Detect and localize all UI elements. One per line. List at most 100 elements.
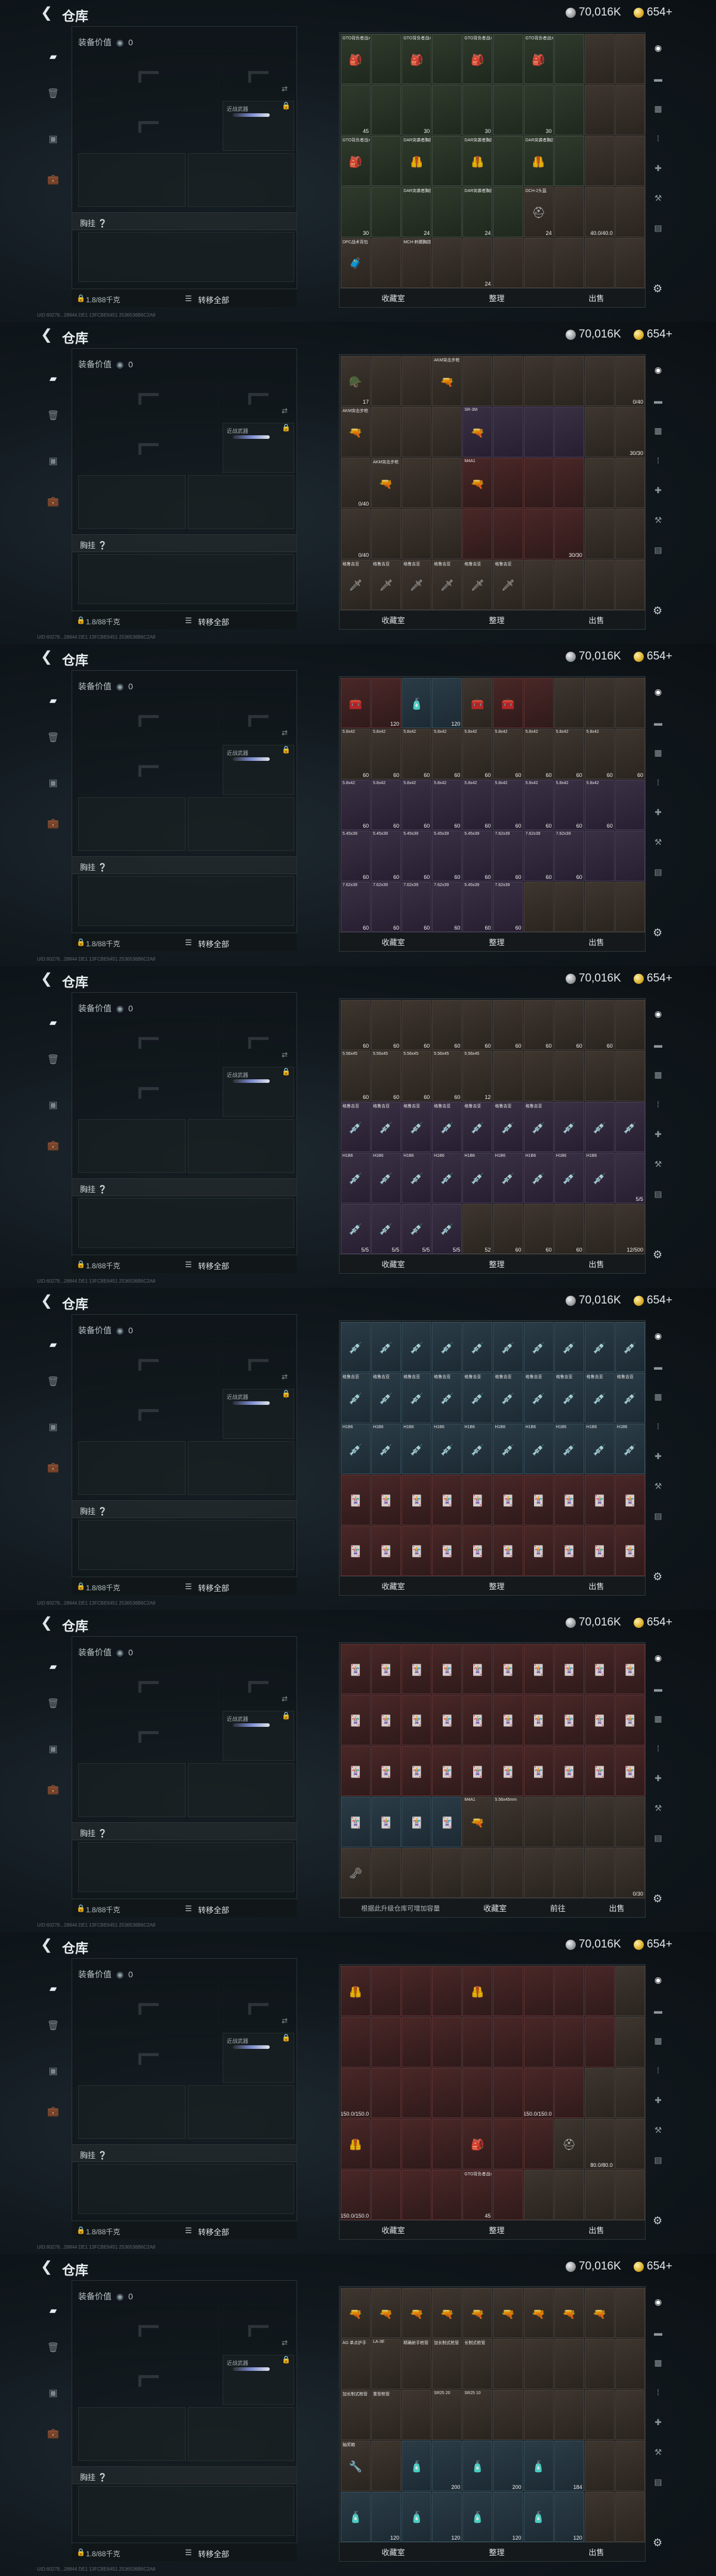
inventory-cell[interactable]: DPC战术背包 🧳 (341, 237, 371, 288)
transfer-all-button[interactable]: 转移全部 (198, 616, 229, 627)
armor-slot[interactable] (188, 475, 294, 529)
helmet-slot[interactable] (78, 153, 186, 207)
inventory-cell[interactable]: 80.0/80.0 (584, 2119, 615, 2169)
inventory-cell[interactable]: 🃏 (371, 1525, 402, 1576)
inventory-cell[interactable]: 格鲁吉亚 🗡 (371, 559, 402, 610)
inventory-cell[interactable]: 🃏 (341, 1695, 371, 1745)
lock-icon[interactable]: 🔒 (76, 2226, 85, 2234)
inventory-cell[interactable]: 🃏 (584, 1745, 615, 1797)
inventory-cell[interactable]: 🃏 (371, 1475, 402, 1525)
inventory-cell[interactable]: 5.56x45 60 (432, 1051, 462, 1101)
misc-category-icon[interactable]: ▤ (652, 1511, 665, 1524)
inventory-cell[interactable]: 🃏 (462, 1525, 493, 1576)
inventory-cell[interactable]: 🦺 (341, 1966, 371, 2017)
inventory-cell[interactable]: 🃏 (432, 1745, 462, 1797)
inventory-cell[interactable]: 🧴 (523, 2491, 554, 2542)
inventory-cell[interactable] (523, 2389, 554, 2441)
inventory-cell[interactable]: 🃏 (493, 1745, 523, 1797)
inventory-cell[interactable]: H1B6 💉 (615, 1423, 645, 1475)
inventory-cell[interactable]: 🃏 (341, 1525, 371, 1576)
back-arrow-icon[interactable]: ❮ (38, 1937, 55, 1953)
inventory-cell[interactable] (615, 678, 645, 729)
inventory-cell[interactable] (554, 2389, 584, 2441)
inventory-cell[interactable]: 加长制式枪管 (432, 2339, 462, 2389)
inventory-cell[interactable] (462, 2067, 493, 2119)
transfer-all-button[interactable]: 转移全部 (198, 2226, 229, 2237)
inventory-cell[interactable] (615, 881, 645, 932)
inventory-cell[interactable]: 🃏 (432, 1525, 462, 1576)
storage-icon[interactable]: ▣ (45, 453, 61, 469)
gear-icon[interactable]: ⚙ (653, 2215, 662, 2227)
safe-icon[interactable]: ◉ (652, 2297, 665, 2310)
inventory-cell[interactable] (371, 2441, 402, 2491)
collection-button[interactable]: 收藏室 (473, 1900, 517, 1915)
inventory-cell[interactable]: 格鲁吉亚 💉 (523, 1373, 554, 1423)
weapon-category-icon[interactable]: ▬ (652, 2006, 665, 2019)
inventory-cell[interactable]: 5.8x42 60 (341, 729, 371, 779)
storage-icon[interactable]: ▣ (45, 775, 61, 791)
helmet-slot[interactable] (78, 2085, 186, 2139)
weapon-category-icon[interactable]: ▬ (652, 396, 665, 409)
inventory-cell[interactable]: 5.56x45mm (493, 1797, 523, 1847)
primary-weapon-slot[interactable]: ⌐ (78, 1661, 219, 1708)
inventory-cell[interactable] (493, 1847, 523, 1898)
inventory-cell[interactable]: 200 (432, 2441, 462, 2491)
chest-rig-slot[interactable] (78, 232, 294, 282)
trash-icon[interactable]: 🗑 (45, 1374, 61, 1389)
inventory-cell[interactable] (493, 34, 523, 85)
medical-category-icon[interactable]: ✚ (652, 1451, 665, 1465)
inventory-cell[interactable] (493, 2017, 523, 2067)
inventory-cell[interactable]: 0/40 (615, 356, 645, 407)
ammo-category-icon[interactable]: ⁞ (652, 2066, 665, 2079)
list-icon[interactable]: ☰ (185, 1260, 192, 1270)
inventory-cell[interactable] (584, 509, 615, 559)
sell-button[interactable]: 出售 (578, 934, 615, 949)
medical-category-icon[interactable]: ✚ (652, 2417, 665, 2431)
inventory-cell[interactable]: 🃏 (615, 1745, 645, 1797)
ammo-category-icon[interactable]: ⁞ (652, 1100, 665, 1113)
inventory-cell[interactable]: 5.8x42 60 (584, 779, 615, 831)
inventory-cell[interactable]: 🃏 (462, 1745, 493, 1797)
inventory-cell[interactable]: 60 (493, 1203, 523, 1254)
inventory-cell[interactable] (341, 2017, 371, 2067)
lock-icon[interactable]: 🔒 (76, 1904, 85, 1912)
gear-icon[interactable]: ⚙ (653, 283, 662, 295)
briefcase-icon[interactable]: 💼 (45, 2426, 61, 2441)
armor-category-icon[interactable]: ▦ (652, 2358, 665, 2371)
sell-button[interactable]: 出售 (578, 612, 615, 627)
inventory-cell[interactable] (615, 1797, 645, 1847)
trash-icon[interactable]: 🗑 (45, 2018, 61, 2033)
inventory-cell[interactable] (554, 34, 584, 85)
inventory-cell[interactable] (554, 187, 584, 237)
inventory-cell[interactable] (584, 1051, 615, 1101)
primary-weapon-slot[interactable]: ⌐ (78, 51, 219, 98)
inventory-cell[interactable] (402, 1847, 432, 1898)
chest-rig-slot[interactable] (78, 2164, 294, 2214)
tools-category-icon[interactable]: ⚒ (652, 1159, 665, 1172)
primary-weapon-slot[interactable]: ⌐ (78, 1339, 219, 1386)
inventory-cell[interactable] (432, 187, 462, 237)
inventory-cell[interactable] (584, 1203, 615, 1254)
inventory-cell[interactable]: 150.0/150.0 (341, 2067, 371, 2119)
inventory-cell[interactable] (523, 2017, 554, 2067)
inventory-cell[interactable] (584, 1797, 615, 1847)
inventory-cell[interactable]: 格鲁吉亚 🗡 (432, 559, 462, 610)
inventory-cell[interactable]: 60 (493, 1000, 523, 1051)
inventory-cell[interactable] (615, 2119, 645, 2169)
inventory-cell[interactable]: H1B6 💉 (554, 1153, 584, 1203)
medical-category-icon[interactable]: ✚ (652, 485, 665, 499)
ammo-category-icon[interactable]: ⁞ (652, 134, 665, 147)
secondary-weapon-slot[interactable]: ⌐ (78, 101, 219, 151)
armor-category-icon[interactable]: ▦ (652, 104, 665, 117)
inventory-cell[interactable]: 长制式枪管 (462, 2339, 493, 2389)
sort-button[interactable]: 整理 (478, 290, 515, 305)
inventory-cell[interactable] (371, 34, 402, 85)
inventory-cell[interactable] (615, 2169, 645, 2220)
inventory-cell[interactable]: 🃏 (584, 1525, 615, 1576)
inventory-cell[interactable]: 30/30 (615, 407, 645, 457)
collection-button[interactable]: 收藏室 (371, 934, 415, 949)
inventory-cell[interactable] (402, 2169, 432, 2220)
inventory-cell[interactable] (432, 2017, 462, 2067)
safe-icon[interactable]: ◉ (652, 1653, 665, 1666)
inventory-cell[interactable]: 🧰 (341, 678, 371, 729)
